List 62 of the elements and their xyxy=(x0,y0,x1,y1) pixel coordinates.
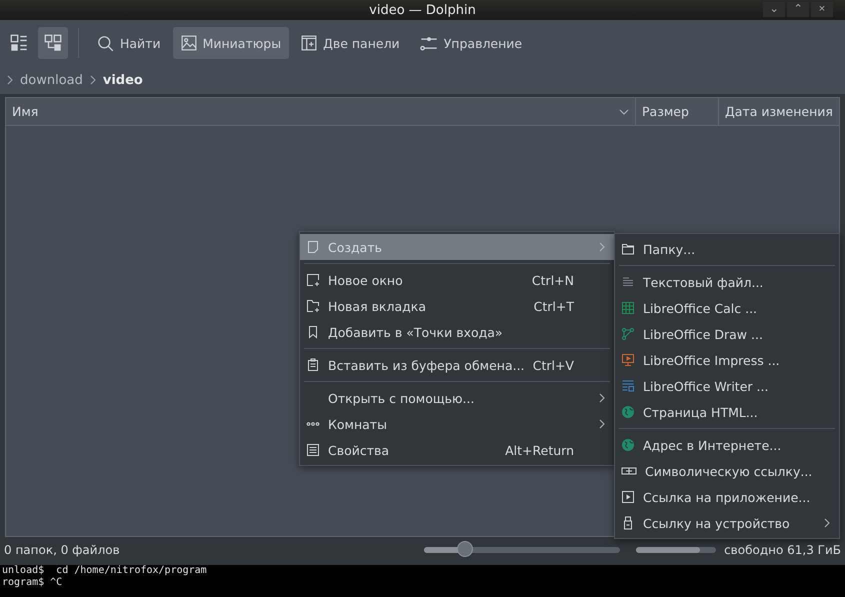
split-panels-icon xyxy=(301,35,318,51)
menu-item[interactable]: LibreOffice Draw ... xyxy=(615,321,839,347)
menu-item[interactable]: LibreOffice Impress ... xyxy=(615,347,839,373)
menu-item[interactable]: Новое окно Ctrl+N xyxy=(300,267,614,293)
breadcrumb-link[interactable]: video xyxy=(102,72,143,88)
diagram-icon xyxy=(621,327,635,341)
globe-icon xyxy=(621,405,635,419)
menu-item[interactable]: Адрес в Интернете... xyxy=(615,432,839,458)
usb-drive-icon xyxy=(621,516,635,530)
window-control-button[interactable]: ⌃ xyxy=(787,2,809,17)
play-window-icon xyxy=(621,490,635,504)
toolbar-button[interactable]: Две панели xyxy=(293,27,408,59)
toolbar-button[interactable]: Управление xyxy=(412,27,530,59)
menu-item[interactable]: Ссылку на устройство xyxy=(615,510,839,536)
bookmark-icon xyxy=(306,325,320,339)
menu-item[interactable]: Открыть с помощью... xyxy=(300,385,614,411)
menu-item[interactable]: Текстовый файл... xyxy=(615,269,839,295)
text-lines-icon xyxy=(621,275,635,289)
search-icon xyxy=(97,34,114,52)
toolbar-button[interactable]: Миниатюры xyxy=(172,27,290,59)
document-icon xyxy=(306,240,320,254)
menu-item[interactable]: Вставить из буфера обмена... Ctrl+V xyxy=(300,352,614,378)
sliders-icon xyxy=(420,34,438,52)
terminal-line: rogram$ ^C xyxy=(2,577,64,589)
clipboard-icon xyxy=(306,358,320,372)
menu-item[interactable]: Папку... xyxy=(615,236,839,262)
chevron-icon xyxy=(6,75,14,85)
window-title: video — Dolphin xyxy=(369,2,476,18)
menu-item[interactable]: Комнаты xyxy=(300,411,614,437)
toolbar-button[interactable]: Найти xyxy=(89,27,169,59)
menu-item[interactable]: Страница HTML... xyxy=(615,399,839,425)
spreadsheet-icon xyxy=(621,301,635,315)
free-space-text: свободно 61,3 ГиБ xyxy=(724,543,841,557)
new-tab-icon xyxy=(306,299,320,313)
globe-icon xyxy=(621,438,635,452)
menu-item[interactable]: LibreOffice Writer ... xyxy=(615,373,839,399)
slider-handle[interactable] xyxy=(457,541,474,557)
presentation-icon xyxy=(621,353,635,367)
menu-item[interactable]: Свойства Alt+Return xyxy=(300,437,614,463)
view-mode-button[interactable] xyxy=(38,27,68,59)
menu-item[interactable]: Ссылка на приложение... xyxy=(615,484,839,510)
window-control-button[interactable]: ⌄ xyxy=(763,2,785,17)
chevron-icon xyxy=(88,75,97,85)
menu-item[interactable]: Добавить в «Точки входа» xyxy=(300,319,614,345)
column-header[interactable]: Размер xyxy=(635,98,718,125)
properties-icon xyxy=(306,443,320,457)
column-header[interactable]: Дата изменения xyxy=(718,98,839,125)
window-control-button[interactable]: × xyxy=(811,2,833,17)
menu-item[interactable]: Символическую ссылку... xyxy=(615,458,839,484)
sort-caret-icon xyxy=(619,106,629,116)
breadcrumb-link[interactable]: download xyxy=(20,72,83,88)
folder-icon xyxy=(621,242,635,256)
terminal-line: unload$ cd /home/nitrofox/program xyxy=(2,565,208,577)
column-header[interactable]: Имя xyxy=(6,98,635,125)
status-text: 0 папок, 0 файлов xyxy=(4,543,121,557)
new-window-icon xyxy=(306,273,320,287)
menu-item[interactable]: Новая вкладка Ctrl+T xyxy=(300,293,614,319)
tree-view-icon xyxy=(44,34,62,52)
details-view-icon xyxy=(10,34,28,52)
text-document-icon xyxy=(621,379,635,393)
image-icon xyxy=(180,35,197,51)
menu-item[interactable]: LibreOffice Calc ... xyxy=(615,295,839,321)
